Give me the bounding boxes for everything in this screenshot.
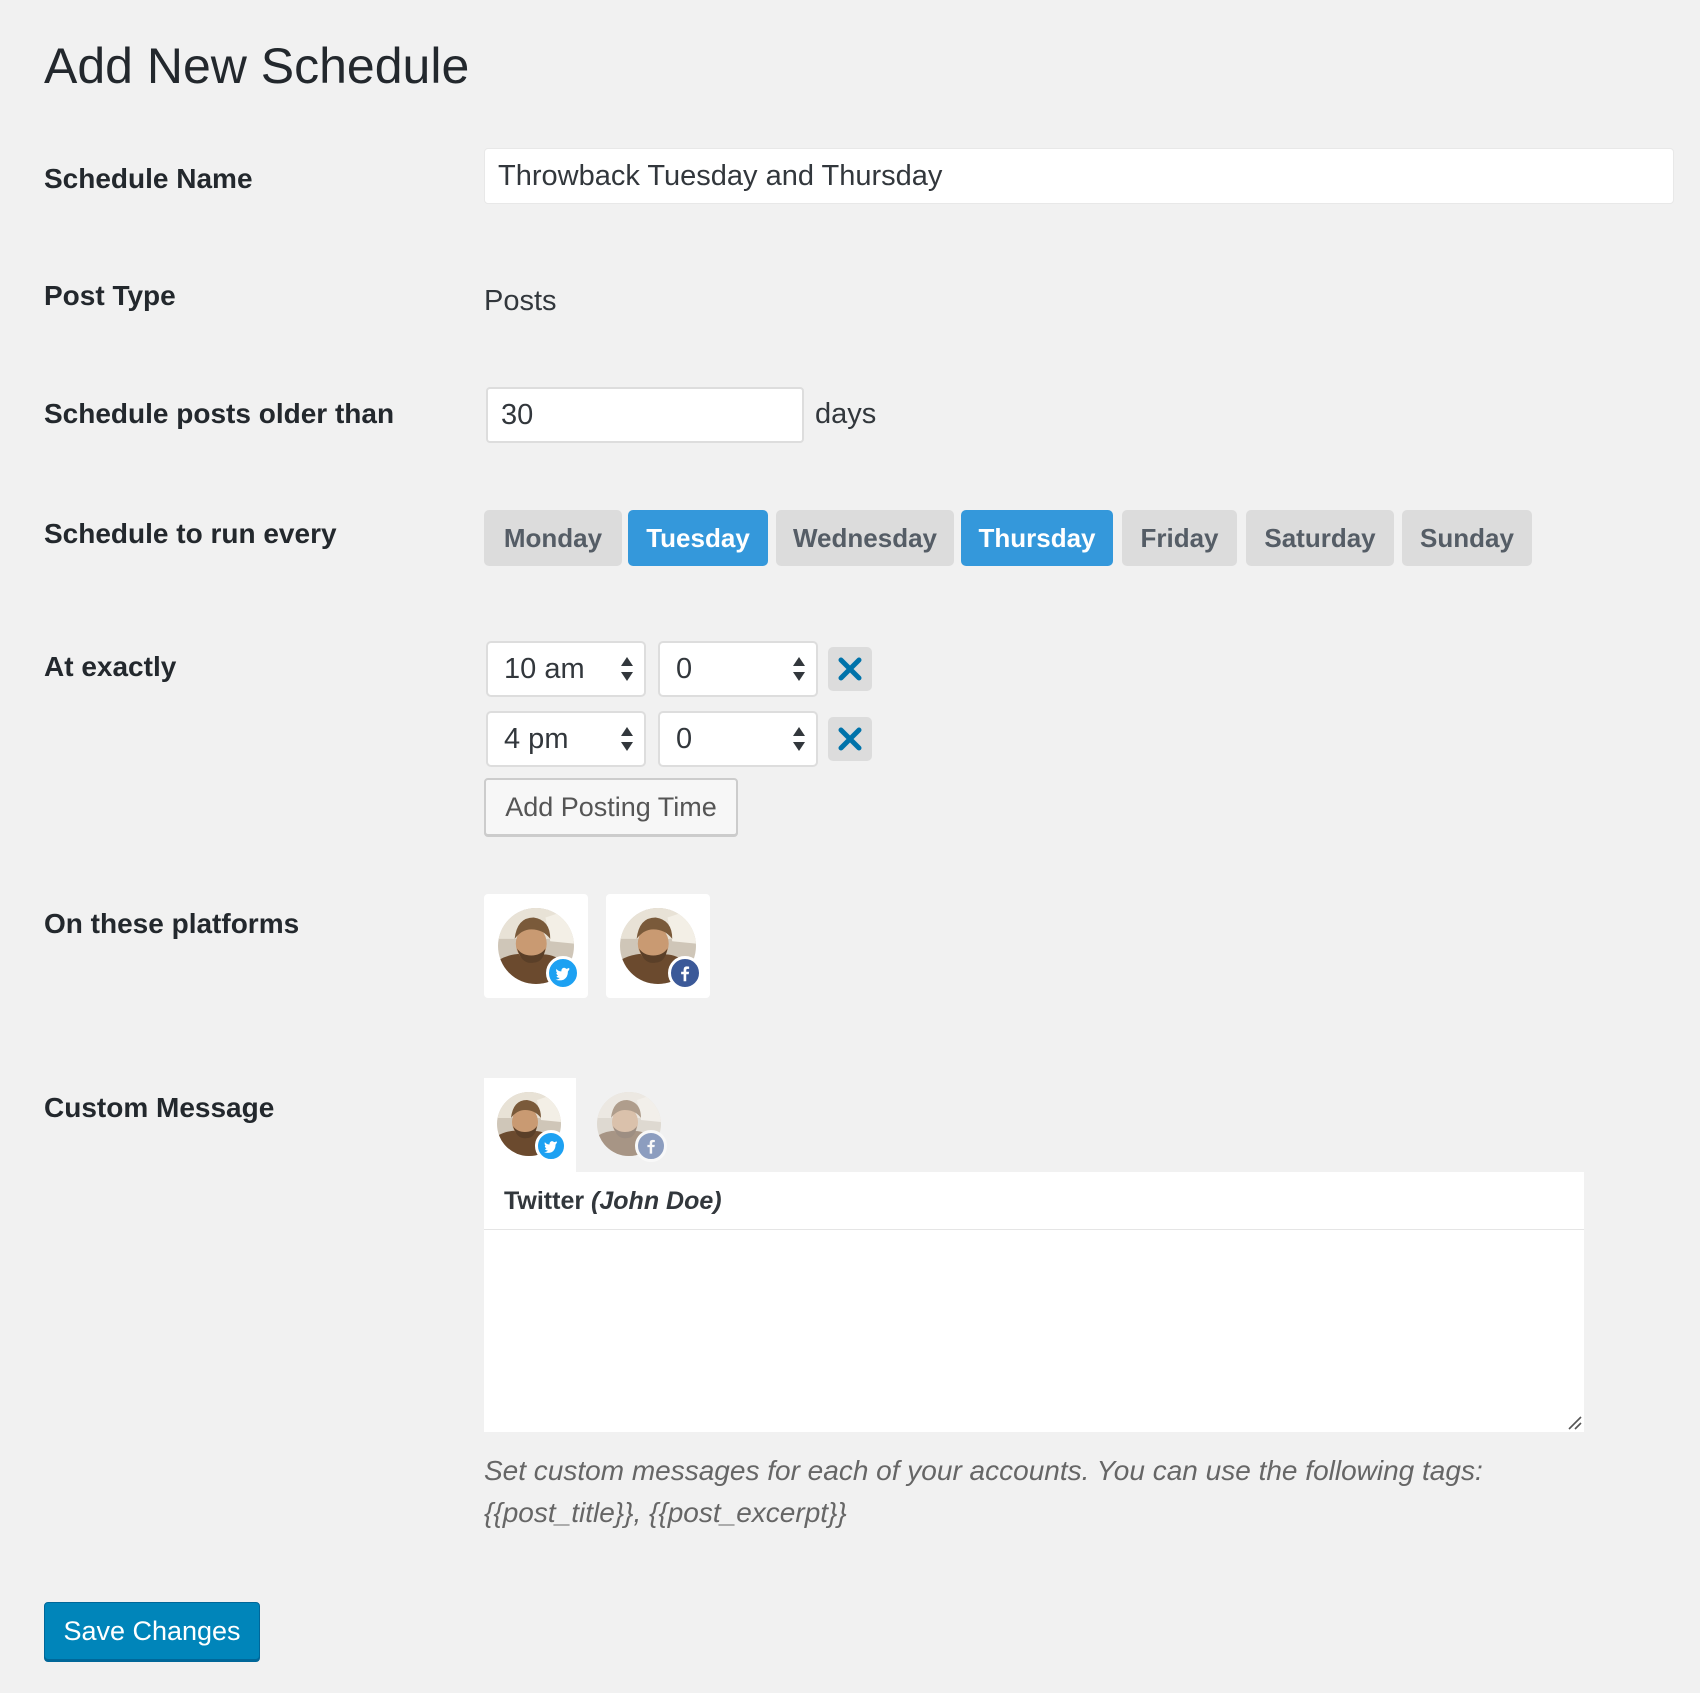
minute-select-2-value: 0 <box>676 723 693 755</box>
select-arrows-icon <box>793 727 805 751</box>
post-type-label: Post Type <box>44 280 176 311</box>
message-tab-facebook[interactable] <box>584 1078 676 1174</box>
page-title: Add New Schedule <box>44 38 470 94</box>
remove-time-2-button[interactable] <box>828 717 872 761</box>
day-thursday-button[interactable]: Thursday <box>961 510 1113 566</box>
platform-facebook-account[interactable] <box>606 894 710 998</box>
at-exactly-label: At exactly <box>44 651 177 682</box>
hour-select-1[interactable]: 10 am <box>486 641 646 697</box>
custom-message-textarea[interactable] <box>484 1230 1584 1432</box>
resize-handle-icon[interactable] <box>1566 1414 1582 1430</box>
hour-select-1-value: 10 am <box>504 653 585 685</box>
select-arrows-icon <box>621 727 633 751</box>
day-sunday-button[interactable]: Sunday <box>1402 510 1532 566</box>
message-tab-twitter[interactable] <box>484 1078 576 1174</box>
post-type-value: Posts <box>484 285 557 317</box>
close-icon <box>838 727 862 751</box>
message-panel-header: Twitter (John Doe) <box>484 1172 1584 1230</box>
minute-select-2[interactable]: 0 <box>658 711 818 767</box>
schedule-name-input[interactable] <box>484 148 1674 204</box>
day-friday-button[interactable]: Friday <box>1122 510 1237 566</box>
add-posting-time-button[interactable]: Add Posting Time <box>484 778 738 836</box>
panel-network-name: Twitter <box>504 1187 585 1215</box>
platforms-label: On these platforms <box>44 908 300 939</box>
add-schedule-page: Add New Schedule Schedule Name Post Type… <box>0 0 1700 1693</box>
panel-account-name: (John Doe) <box>591 1187 722 1215</box>
day-monday-button[interactable]: Monday <box>484 510 622 566</box>
platform-twitter-account[interactable] <box>484 894 588 998</box>
facebook-icon <box>668 956 702 990</box>
minute-select-1-value: 0 <box>676 653 693 685</box>
day-tuesday-button[interactable]: Tuesday <box>628 510 768 566</box>
hour-select-2[interactable]: 4 pm <box>486 711 646 767</box>
older-than-label: Schedule posts older than <box>44 398 395 429</box>
minute-select-1[interactable]: 0 <box>658 641 818 697</box>
save-changes-button[interactable]: Save Changes <box>44 1602 260 1660</box>
twitter-icon <box>535 1130 567 1162</box>
older-than-unit: days <box>815 398 877 430</box>
facebook-icon <box>635 1130 667 1162</box>
twitter-icon <box>546 956 580 990</box>
older-than-days-input[interactable] <box>486 387 804 443</box>
custom-message-help-text: Set custom messages for each of your acc… <box>484 1455 1483 1528</box>
day-wednesday-button[interactable]: Wednesday <box>776 510 954 566</box>
select-arrows-icon <box>621 657 633 681</box>
day-saturday-button[interactable]: Saturday <box>1246 510 1394 566</box>
custom-message-label: Custom Message <box>44 1092 275 1123</box>
remove-time-1-button[interactable] <box>828 647 872 691</box>
custom-message-panel: Twitter (John Doe) <box>484 1172 1584 1432</box>
schedule-name-label: Schedule Name <box>44 163 253 194</box>
select-arrows-icon <box>793 657 805 681</box>
hour-select-2-value: 4 pm <box>504 723 569 755</box>
close-icon <box>838 657 862 681</box>
run-every-label: Schedule to run every <box>44 518 337 549</box>
